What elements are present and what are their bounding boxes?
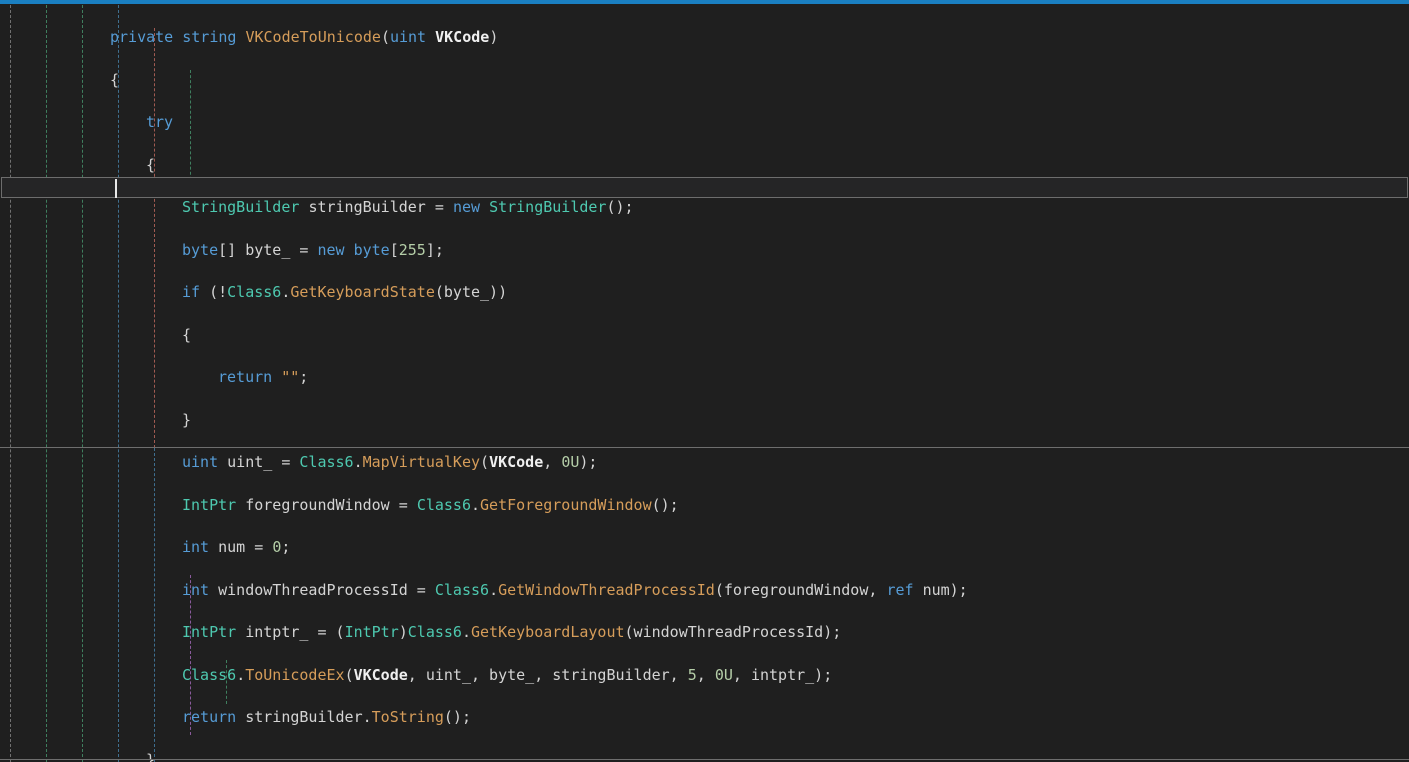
code-line[interactable]: IntPtr foregroundWindow = Class6.GetFore… — [0, 495, 1409, 516]
top-accent-bar — [0, 0, 1409, 4]
code-line[interactable]: uint uint_ = Class6.MapVirtualKey(VKCode… — [0, 452, 1409, 473]
code-line[interactable]: int num = 0; — [0, 537, 1409, 558]
text-caret — [115, 179, 117, 198]
code-line[interactable]: StringBuilder stringBuilder = new String… — [0, 197, 1409, 218]
code-line[interactable]: Class6.ToUnicodeEx(VKCode, uint_, byte_,… — [0, 665, 1409, 686]
code-line[interactable]: int windowThreadProcessId = Class6.GetWi… — [0, 580, 1409, 601]
code-line[interactable]: { — [0, 325, 1409, 346]
code-line[interactable]: IntPtr intptr_ = (IntPtr)Class6.GetKeybo… — [0, 622, 1409, 643]
code-line[interactable]: { — [0, 70, 1409, 91]
code-text-layer[interactable]: private string VKCodeToUnicode(uint VKCo… — [0, 6, 1409, 762]
code-line[interactable]: return stringBuilder.ToString(); — [0, 707, 1409, 728]
code-line[interactable]: byte[] byte_ = new byte[255]; — [0, 240, 1409, 261]
code-editor-viewport[interactable]: private string VKCodeToUnicode(uint VKCo… — [0, 0, 1409, 762]
member-separator-top — [0, 447, 1409, 448]
code-line[interactable]: } — [0, 750, 1409, 762]
code-line[interactable]: { — [0, 155, 1409, 176]
code-line[interactable]: private string VKCodeToUnicode(uint VKCo… — [0, 27, 1409, 48]
member-separator-bottom — [0, 759, 1409, 760]
code-line[interactable]: return ""; — [0, 367, 1409, 388]
code-line[interactable]: try — [0, 112, 1409, 133]
code-line[interactable]: if (!Class6.GetKeyboardState(byte_)) — [0, 282, 1409, 303]
code-line[interactable]: } — [0, 410, 1409, 431]
